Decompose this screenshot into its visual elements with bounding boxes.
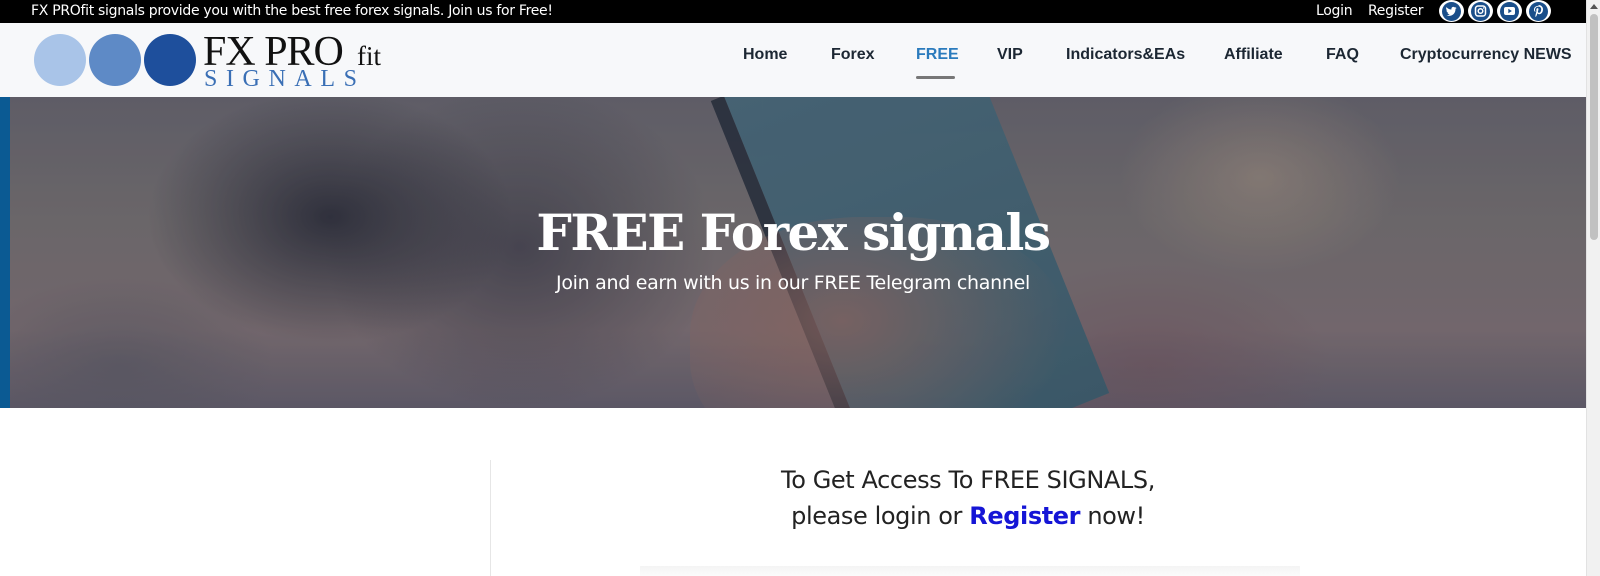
pinterest-icon[interactable]: [1526, 0, 1551, 22]
access-message: To Get Access To FREE SIGNALS, please lo…: [640, 462, 1296, 534]
register-cta-link[interactable]: Register: [969, 502, 1080, 530]
logo-circle-medium: [89, 34, 141, 86]
access-line-2: please login or Register now!: [791, 502, 1145, 530]
register-link[interactable]: Register: [1368, 3, 1424, 20]
nav-crypto-news[interactable]: Cryptocurrency NEWS: [1400, 46, 1572, 64]
site-logo[interactable]: FX PRO fit SIGNALS: [34, 29, 394, 92]
nav-free[interactable]: FREE: [916, 46, 959, 64]
sidebar-divider: [490, 460, 491, 576]
nav-affiliate[interactable]: Affiliate: [1224, 46, 1283, 64]
logo-text-signals: SIGNALS: [204, 66, 366, 92]
logo-circle-dark: [144, 34, 196, 86]
twitter-icon[interactable]: [1439, 0, 1464, 22]
top-announcement-bar: FX PROfit signals provide you with the b…: [0, 0, 1586, 23]
scroll-up-arrow-icon[interactable]: [1590, 4, 1598, 9]
page-scrollbar[interactable]: [1586, 0, 1600, 576]
site-header: FX PRO fit SIGNALS Home Forex FREE VIP I…: [0, 23, 1586, 97]
scrollbar-thumb[interactable]: [1590, 14, 1598, 240]
nav-faq[interactable]: FAQ: [1326, 46, 1359, 64]
hero-banner: FREE Forex signals Join and earn with us…: [0, 97, 1586, 408]
announcement-text: FX PROfit signals provide you with the b…: [31, 3, 553, 19]
youtube-icon[interactable]: [1497, 0, 1522, 22]
nav-home[interactable]: Home: [743, 46, 787, 64]
login-link[interactable]: Login: [1316, 3, 1353, 20]
logo-circle-light: [34, 34, 86, 86]
nav-vip[interactable]: VIP: [997, 46, 1023, 64]
nav-forex[interactable]: Forex: [831, 46, 875, 64]
content-card-top: [640, 566, 1300, 576]
hero-subtitle: Join and earn with us in our FREE Telegr…: [556, 272, 1030, 294]
access-line-1: To Get Access To FREE SIGNALS,: [781, 466, 1155, 494]
instagram-icon[interactable]: [1468, 0, 1493, 22]
nav-active-indicator: [916, 76, 955, 79]
nav-indicators[interactable]: Indicators&EAs: [1066, 46, 1185, 64]
hero-title: FREE Forex signals: [536, 203, 1051, 262]
